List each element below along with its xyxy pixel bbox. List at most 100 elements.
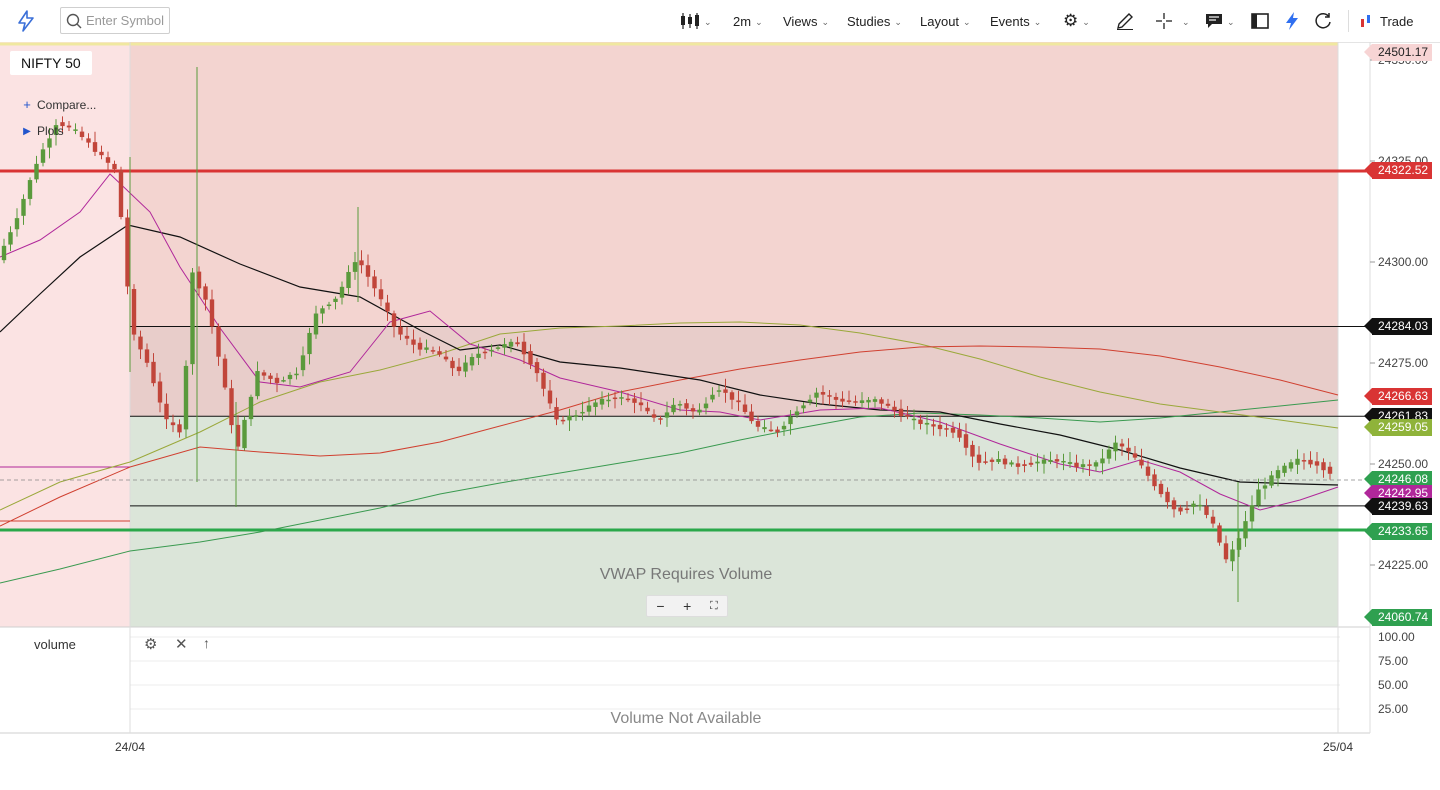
candle-body	[807, 399, 813, 403]
layout-label: Layout	[920, 13, 960, 29]
candle-body	[1028, 462, 1034, 465]
zoom-out-icon[interactable]: −	[656, 598, 664, 614]
candle-body	[424, 347, 429, 350]
volume-axis: 100.00 75.00 50.00 25.00	[1378, 630, 1415, 716]
candle-body	[859, 400, 865, 404]
toolbar-divider	[1348, 10, 1349, 32]
candle-body	[768, 429, 774, 432]
candle-body	[580, 411, 585, 414]
candle-body	[1035, 461, 1040, 464]
candle-body	[1269, 475, 1274, 486]
candle-body	[320, 308, 325, 314]
price-tag: 24259.05	[1363, 419, 1433, 436]
candle-body	[437, 351, 442, 355]
volume-close-icon[interactable]: ✕	[175, 635, 188, 653]
interval-menu[interactable]: 2m ⌄	[733, 0, 763, 42]
search-input[interactable]	[86, 13, 166, 28]
candle-body	[963, 434, 969, 448]
search-icon	[66, 13, 82, 29]
candle-body	[560, 419, 566, 422]
settings-button[interactable]: ⚙ ⌄	[1063, 0, 1090, 42]
price-tag: 24233.65	[1363, 523, 1433, 540]
candle-body	[950, 427, 956, 433]
candle-body	[112, 163, 117, 170]
candle-body	[86, 138, 91, 143]
candle-body	[183, 365, 189, 430]
trade-icon	[1360, 13, 1372, 29]
candle-body	[378, 289, 384, 300]
fullscreen-icon[interactable]: ⛶	[710, 600, 718, 613]
candle-body	[690, 408, 696, 412]
plus-icon: +	[23, 97, 31, 112]
studies-menu[interactable]: Studies ⌄	[847, 0, 902, 42]
candle-body	[508, 341, 514, 347]
candle	[125, 209, 130, 295]
studies-label: Studies	[847, 13, 891, 29]
date-label-end: 25/04	[1323, 740, 1353, 754]
refresh-button[interactable]	[1313, 0, 1333, 42]
candle-body	[1158, 483, 1164, 495]
candle-body	[411, 339, 416, 345]
draw-button[interactable]	[1115, 0, 1135, 42]
comment-button[interactable]: ⌄	[1205, 0, 1235, 42]
events-menu[interactable]: Events ⌄	[990, 0, 1041, 42]
candle-body	[840, 398, 845, 402]
plots-toggle[interactable]: ▶ Plots	[21, 124, 64, 138]
symbol-search[interactable]	[60, 7, 170, 34]
y-axis-label: 24275.00	[1378, 356, 1428, 370]
candle-body	[398, 326, 403, 335]
zoom-in-icon[interactable]: +	[683, 598, 691, 614]
trade-button[interactable]: Trade	[1360, 0, 1413, 42]
volume-axis-label: 50.00	[1378, 678, 1408, 692]
panel-icon	[1251, 13, 1269, 29]
layout-menu[interactable]: Layout ⌄	[920, 0, 971, 42]
compare-button[interactable]: + Compare...	[21, 97, 96, 112]
price-chart[interactable]: 24350.0024325.0024300.0024275.0024250.00…	[0, 42, 1440, 790]
symbol-label[interactable]: NIFTY 50	[10, 51, 92, 75]
views-menu[interactable]: Views ⌄	[783, 0, 829, 42]
candle-body	[788, 416, 793, 425]
candle-body	[1126, 447, 1131, 452]
candle-body	[47, 138, 52, 148]
candle-body	[164, 403, 169, 420]
candle-body	[541, 372, 546, 389]
candle-body	[456, 366, 462, 372]
candle-body	[14, 218, 20, 230]
candle-body	[521, 341, 527, 355]
candle-body	[1236, 538, 1242, 550]
chevron-down-icon: ⌄	[821, 17, 829, 27]
candle-body	[762, 427, 767, 430]
candle-body	[924, 422, 930, 425]
candle-body	[300, 355, 306, 371]
candle-body	[27, 180, 33, 199]
candle-body	[1171, 500, 1177, 510]
candle-body	[976, 454, 982, 463]
bolt-icon	[1284, 11, 1300, 31]
candle-body	[1100, 458, 1105, 464]
candle-body	[1275, 470, 1281, 479]
volume-move-up-icon[interactable]: ↑	[203, 635, 210, 651]
logo-bolt-icon[interactable]	[16, 0, 36, 42]
candle-body	[339, 286, 345, 298]
candle-body	[1321, 462, 1326, 471]
candle-body	[944, 428, 949, 430]
candle	[131, 284, 137, 341]
candle-body	[931, 424, 936, 427]
candle-body	[242, 419, 247, 449]
candle-body	[1113, 442, 1118, 452]
alert-button[interactable]	[1284, 0, 1300, 42]
candle-body	[612, 397, 618, 400]
candle-body	[625, 398, 631, 401]
volume-settings-gear-icon[interactable]: ⚙	[144, 635, 157, 653]
candle-body	[801, 405, 806, 409]
chart-type-button[interactable]: ⌄	[680, 0, 712, 42]
candle-body	[1288, 462, 1294, 469]
volume-axis-label: 25.00	[1378, 702, 1408, 716]
candle-body	[1178, 507, 1183, 512]
candle-body	[710, 394, 715, 400]
crosshair-icon	[1155, 12, 1173, 30]
panel-button[interactable]	[1251, 0, 1269, 42]
crosshair-button[interactable]: ⌄	[1155, 0, 1190, 42]
candle-body	[547, 390, 553, 404]
candle-body	[716, 390, 722, 392]
